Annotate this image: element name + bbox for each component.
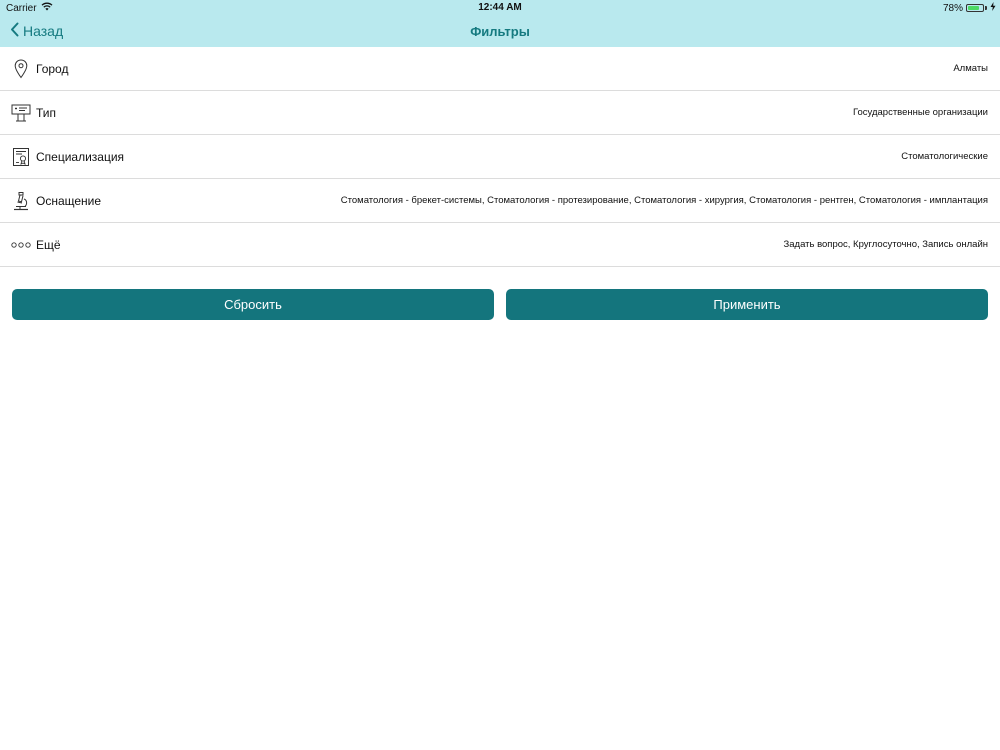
filter-label: Специализация	[36, 149, 125, 164]
hospital-sign-icon	[11, 102, 31, 124]
battery-icon	[966, 4, 984, 12]
filter-row-equipment[interactable]: Оснащение Стоматология - брекет-системы,…	[0, 179, 1000, 223]
more-dots-icon	[11, 234, 31, 256]
status-right: 78%	[943, 2, 996, 14]
battery-percent: 78%	[942, 2, 963, 14]
reset-button[interactable]: Сбросить	[12, 289, 494, 320]
filter-row-city[interactable]: Город Алматы	[0, 47, 1000, 91]
filter-value: Стоматологические	[901, 151, 988, 162]
filter-value: Алматы	[953, 63, 988, 74]
header: Carrier 12:44 AM 78% Назад Фильтры	[0, 0, 1000, 47]
navigation-bar: Назад Фильтры	[0, 16, 1000, 47]
filter-list: Город Алматы Тип Государственные организ…	[0, 47, 1000, 267]
filter-row-more[interactable]: Ещё Задать вопрос, Круглосуточно, Запись…	[0, 223, 1000, 267]
filter-row-specialization[interactable]: Специализация Стоматологические	[0, 135, 1000, 179]
battery-fill	[968, 6, 979, 10]
filter-label: Ещё	[36, 237, 61, 252]
filter-label: Оснащение	[36, 193, 102, 208]
status-bar: Carrier 12:44 AM 78%	[0, 0, 1000, 16]
action-buttons: Сбросить Применить	[12, 289, 988, 320]
battery-tip	[985, 6, 987, 10]
microscope-icon	[11, 190, 31, 212]
filter-value: Государственные организации	[852, 107, 988, 118]
filter-label: Город	[36, 61, 69, 76]
certificate-icon	[11, 146, 31, 168]
status-time: 12:44 AM	[478, 2, 522, 13]
location-pin-icon	[11, 58, 31, 80]
filter-label: Тип	[36, 105, 57, 120]
filter-value: Задать вопрос, Круглосуточно, Запись онл…	[783, 239, 989, 250]
apply-button[interactable]: Применить	[506, 289, 988, 320]
filter-row-type[interactable]: Тип Государственные организации	[0, 91, 1000, 135]
page-title: Фильтры	[470, 24, 530, 39]
charging-icon	[990, 2, 996, 14]
filter-value: Стоматология - брекет-системы, Стоматоло…	[340, 195, 988, 206]
